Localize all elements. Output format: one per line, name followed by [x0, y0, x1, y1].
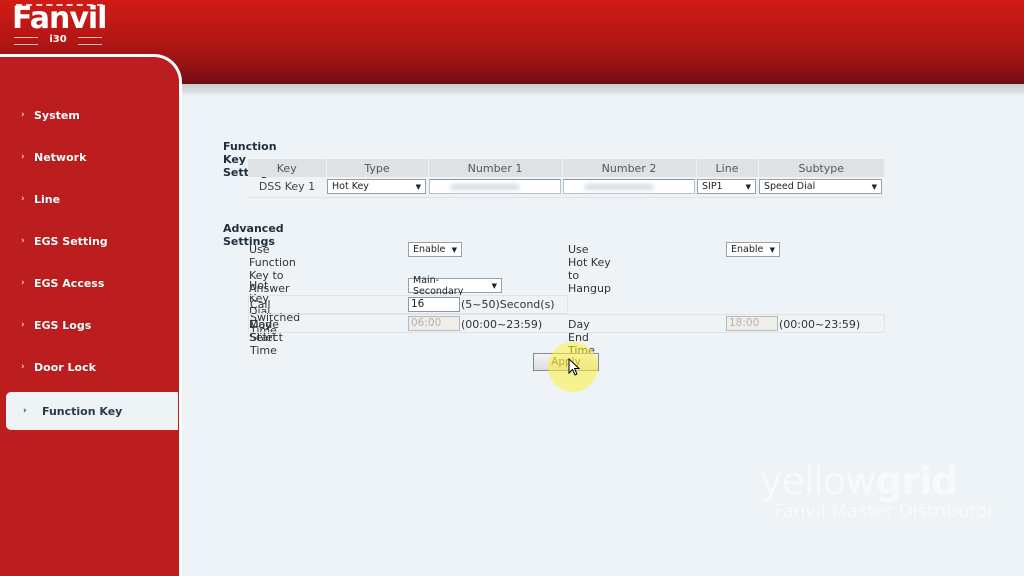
dropdown-arrow-icon: ▼ — [415, 182, 421, 191]
fanvil-logo: Fanvil i30 — [12, 2, 107, 48]
dropdown-arrow-icon: ▼ — [451, 245, 457, 254]
subtype-select-value: Speed Dial — [764, 181, 816, 193]
chevron-right-icon: › — [21, 278, 25, 288]
chevron-right-icon: › — [23, 406, 27, 416]
number1-cell — [428, 177, 562, 198]
watermark-brand-light: yellow — [760, 459, 876, 503]
table-header-row: Key Type Number 1 Number 2 Line Subtype — [248, 159, 884, 177]
chevron-right-icon: › — [21, 110, 25, 120]
use-function-key-answer-select[interactable]: Enable ▼ — [408, 242, 462, 257]
watermark: yellowgrid Fanvil Master Distributor — [760, 460, 1000, 522]
dropdown-arrow-icon: ▼ — [491, 281, 497, 290]
watermark-brand: yellowgrid — [760, 460, 1000, 502]
select-value: Enable — [413, 244, 446, 255]
function-key-table: Key Type Number 1 Number 2 Line Subtype … — [248, 159, 884, 198]
chevron-right-icon: › — [21, 320, 25, 330]
logo-text: Fanvil — [12, 1, 107, 36]
use-hot-key-hangup-select[interactable]: Enable ▼ — [726, 242, 780, 257]
redacted-value — [584, 184, 654, 191]
chevron-right-icon: › — [21, 236, 25, 246]
sidebar-item-function-key[interactable]: › Function Key — [6, 392, 178, 430]
column-header-number2: Number 2 — [562, 159, 697, 177]
day-end-time-hint: (00:00~23:59) — [779, 318, 861, 331]
sidebar-item-egs-access[interactable]: › EGS Access — [0, 262, 176, 304]
sidebar-item-label: Network — [34, 150, 87, 164]
mouse-pointer-icon — [568, 358, 580, 376]
sidebar-item-network[interactable]: › Network — [0, 136, 176, 178]
key-cell: DSS Key 1 — [248, 177, 326, 198]
line-select[interactable]: SIP1 ▼ — [697, 179, 756, 195]
line-cell: SIP1 ▼ — [696, 177, 758, 198]
subtype-cell: Speed Dial ▼ — [758, 177, 884, 198]
line-select-value: SIP1 — [702, 181, 723, 193]
sidebar-item-system[interactable]: › System — [0, 94, 176, 136]
logo-model: i30 — [12, 34, 104, 46]
table-row: DSS Key 1 Hot Key ▼ SIP1 ▼ Speed Dial ▼ — [248, 177, 884, 198]
sidebar-item-label: Door Lock — [34, 360, 96, 374]
number2-cell — [562, 177, 696, 198]
call-switched-time-input[interactable]: 16 — [408, 297, 460, 312]
sidebar-item-egs-logs[interactable]: › EGS Logs — [0, 304, 176, 346]
column-header-number1: Number 1 — [428, 159, 563, 177]
type-cell: Hot Key ▼ — [326, 177, 428, 198]
type-select[interactable]: Hot Key ▼ — [327, 179, 426, 195]
select-value: Enable — [731, 244, 764, 255]
use-hot-key-hangup-label: Use Hot Key to Hangup — [568, 243, 611, 295]
sidebar-item-line[interactable]: › Line — [0, 178, 176, 220]
dropdown-arrow-icon: ▼ — [745, 182, 751, 191]
day-start-time-hint: (00:00~23:59) — [461, 318, 543, 331]
chevron-right-icon: › — [21, 152, 25, 162]
watermark-tagline: Fanvil Master Distributor — [774, 501, 995, 522]
number2-input[interactable] — [563, 179, 695, 195]
type-select-value: Hot Key — [332, 181, 369, 193]
hot-key-dial-mode-select[interactable]: Main-Secondary ▼ — [408, 275, 502, 297]
day-start-time-label: Day Start Time — [250, 318, 277, 357]
sidebar-item-label: EGS Access — [34, 276, 105, 290]
sidebar-item-door-lock[interactable]: › Door Lock — [0, 346, 176, 388]
dropdown-arrow-icon: ▼ — [769, 245, 775, 254]
sidebar-item-label: Function Key — [42, 404, 123, 418]
redacted-value — [450, 184, 520, 191]
sidebar-nav: › System › Network › Line › EGS Setting … — [0, 94, 178, 430]
sidebar-item-label: EGS Logs — [34, 318, 92, 332]
sidebar-item-label: System — [34, 108, 80, 122]
call-switched-time-hint: (5~50)Second(s) — [461, 298, 555, 311]
sidebar-item-label: Line — [34, 192, 61, 206]
sidebar-item-label: EGS Setting — [34, 234, 108, 248]
sidebar-item-egs-setting[interactable]: › EGS Setting — [0, 220, 176, 262]
chevron-right-icon: › — [21, 194, 25, 204]
day-start-time-input[interactable]: 06:00 — [408, 316, 460, 331]
number1-input[interactable] — [429, 179, 561, 195]
chevron-right-icon: › — [21, 362, 25, 372]
column-header-subtype: Subtype — [758, 159, 884, 177]
watermark-brand-bold: grid — [875, 459, 958, 503]
select-value: Main-Secondary — [413, 274, 464, 297]
dropdown-arrow-icon: ▼ — [871, 182, 877, 191]
day-end-time-input[interactable]: 18:00 — [726, 316, 778, 331]
subtype-select[interactable]: Speed Dial ▼ — [759, 179, 882, 195]
column-header-key: Key — [248, 159, 327, 177]
column-header-line: Line — [696, 159, 759, 177]
column-header-type: Type — [326, 159, 429, 177]
